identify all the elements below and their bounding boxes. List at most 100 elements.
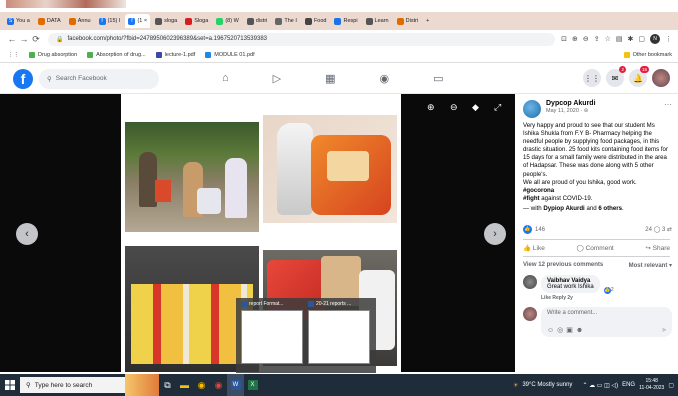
- browser-tab-10[interactable]: Food: [302, 14, 330, 28]
- browser-tab-7[interactable]: (8) W: [213, 14, 241, 28]
- tab-label: DATA: [46, 18, 61, 24]
- comment-input[interactable]: Write a comment... ☺◎▣☻ ➤: [541, 307, 672, 338]
- reading-list-icon[interactable]: ▤: [616, 35, 623, 43]
- browser-tab-13[interactable]: Distri: [394, 14, 422, 28]
- star-icon[interactable]: ☆: [605, 35, 611, 43]
- tab-label: Respi: [343, 18, 358, 24]
- word-taskbar-icon[interactable]: W: [227, 374, 244, 396]
- url-field[interactable]: 🔒 facebook.com/photo/?fbid=2478950602396…: [48, 32, 556, 46]
- profile-avatar[interactable]: N: [650, 34, 660, 44]
- task-view-icon[interactable]: ⧉: [159, 374, 176, 396]
- taskbar-search[interactable]: ⚲ Type here to search: [20, 377, 125, 393]
- like-count[interactable]: 146: [535, 227, 545, 233]
- browser-tab-9[interactable]: The I: [272, 14, 300, 28]
- preview-20-21-reports[interactable]: 20-21 reports ...: [308, 301, 372, 369]
- post-header: Dypcop Akurdi May 11, 2020 · ⊚ ···: [515, 94, 678, 118]
- browser-tab-4[interactable]: f (1 ×: [125, 14, 151, 28]
- groups-icon[interactable]: ◉: [380, 72, 390, 85]
- install-icon[interactable]: ⊖: [583, 35, 589, 43]
- clock[interactable]: 15:48 11-04-2023: [639, 378, 664, 392]
- apps-icon[interactable]: ⋮⋮: [8, 52, 19, 58]
- notification-center-icon[interactable]: ▢: [668, 382, 674, 389]
- next-photo-button[interactable]: ›: [484, 223, 506, 245]
- facebook-logo-icon[interactable]: f: [13, 68, 33, 89]
- tray-icons[interactable]: ⌃ ☁ ▭ ◫ ◁): [582, 382, 618, 389]
- fullscreen-icon[interactable]: ⤢: [494, 102, 501, 113]
- weather-text[interactable]: 39°C Mostly sunny: [522, 382, 572, 388]
- most-relevant-dropdown[interactable]: Most relevant ▾: [629, 262, 672, 269]
- forward-icon[interactable]: →: [18, 34, 30, 44]
- account-avatar[interactable]: [652, 69, 670, 87]
- browser-tab-11[interactable]: Respi: [331, 14, 360, 28]
- messenger-badge: 2: [619, 66, 626, 73]
- tab-favicon-icon: f: [128, 17, 136, 25]
- marketplace-icon[interactable]: ▦: [325, 72, 335, 85]
- tagged-others[interactable]: 6 others: [598, 205, 622, 212]
- watch-icon[interactable]: ▷: [273, 72, 281, 85]
- post-date[interactable]: May 11, 2020 · ⊚: [546, 108, 596, 114]
- comment-item: Vaibhav Vaidya Great work Ishika 👍2: [515, 269, 678, 295]
- previous-photo-button[interactable]: ‹: [16, 223, 38, 245]
- zoom-icon[interactable]: ⊕: [572, 35, 578, 43]
- comment-button[interactable]: ◯ Comment: [576, 244, 613, 252]
- language-indicator[interactable]: ENG: [622, 382, 635, 388]
- facebook-search[interactable]: ⚲ Search Facebook: [39, 68, 159, 89]
- home-icon[interactable]: ⌂: [222, 72, 229, 85]
- send-icon[interactable]: ➤: [661, 326, 667, 334]
- share-button[interactable]: ↪ Share: [645, 244, 670, 252]
- page-avatar[interactable]: [523, 100, 541, 118]
- bookmark-2[interactable]: lecture-1.pdf: [155, 52, 195, 58]
- start-windows-icon[interactable]: [0, 374, 20, 396]
- hashtag-gocorona[interactable]: #gocorona: [523, 187, 554, 194]
- browser-tab-5[interactable]: sloga: [152, 14, 180, 28]
- back-icon[interactable]: ←: [6, 34, 18, 44]
- tagged-person[interactable]: Dypiop Akurdi: [543, 205, 584, 212]
- desktop-strip: [0, 0, 678, 12]
- hashtag-fight[interactable]: #fight: [523, 195, 540, 202]
- like-button[interactable]: 👍 Like: [523, 244, 545, 252]
- bookmark-3[interactable]: MODULE 01.pdf: [205, 52, 255, 58]
- file-explorer-icon[interactable]: ▬: [176, 374, 193, 396]
- commenter-avatar[interactable]: [523, 275, 537, 290]
- chrome-icon[interactable]: ◉: [193, 374, 210, 396]
- view-previous-comments[interactable]: View 12 previous comments: [523, 262, 603, 269]
- cortana-image-icon[interactable]: [125, 374, 159, 396]
- browser-tab-14[interactable]: +: [423, 14, 432, 28]
- tag-icon[interactable]: ◆: [472, 102, 479, 113]
- browser-tab-3[interactable]: f (15) I: [96, 14, 124, 28]
- zoom-out-icon[interactable]: ⊖: [450, 102, 458, 113]
- search-icon: ⚲: [26, 382, 31, 389]
- windows-taskbar: ⚲ Type here to search ⧉ ▬ ◉ ◉ W X ☀ 39°C …: [0, 374, 678, 396]
- menu-icon[interactable]: ⋮: [665, 35, 672, 43]
- notifications-icon[interactable]: 🔔 15: [629, 66, 649, 87]
- comment-share-count[interactable]: 24 ◯ 3 ⇄: [645, 226, 672, 233]
- extensions-icon[interactable]: ✱: [628, 35, 634, 43]
- browser-tab-12[interactable]: Learn: [363, 14, 392, 28]
- tab-favicon-icon: [365, 17, 373, 25]
- comment-emoji-icons[interactable]: ☺◎▣☻: [547, 326, 586, 334]
- like-reaction-icon: 👍: [523, 225, 532, 235]
- browser-tab-2[interactable]: Annu: [66, 14, 94, 28]
- browser-tab-0[interactable]: S You a: [4, 14, 33, 28]
- messenger-icon[interactable]: ✉ 2: [606, 66, 626, 87]
- excel-taskbar-icon[interactable]: X: [244, 374, 261, 396]
- preview-report-format[interactable]: report Format...: [241, 301, 305, 369]
- zoom-in-icon[interactable]: ⊕: [427, 102, 435, 113]
- other-bookmarks[interactable]: Other bookmark: [623, 52, 672, 58]
- chrome-profile-icon[interactable]: ◉: [210, 374, 227, 396]
- more-options-icon[interactable]: ···: [664, 100, 672, 109]
- bookmark-1[interactable]: Absorption of drug...: [87, 52, 146, 58]
- comment-placeholder: Write a comment...: [547, 310, 598, 317]
- share-icon[interactable]: ⇪: [594, 35, 600, 43]
- browser-tab-6[interactable]: Sloga: [182, 14, 211, 28]
- browser-tab-1[interactable]: DATA: [35, 14, 64, 28]
- bookmark-0[interactable]: Drug absorption: [29, 52, 77, 58]
- post-author[interactable]: Dypcop Akurdi: [546, 100, 596, 107]
- browser-tab-8[interactable]: distri: [244, 14, 271, 28]
- sidepanel-icon[interactable]: ▢: [638, 35, 645, 43]
- comment-links[interactable]: Like Reply 2y: [515, 293, 678, 301]
- translate-icon[interactable]: ⊡: [561, 35, 567, 43]
- gaming-icon[interactable]: ▭: [433, 72, 443, 85]
- menu-grid-icon[interactable]: ⋮⋮: [583, 69, 601, 87]
- reload-icon[interactable]: ⟳: [30, 34, 42, 45]
